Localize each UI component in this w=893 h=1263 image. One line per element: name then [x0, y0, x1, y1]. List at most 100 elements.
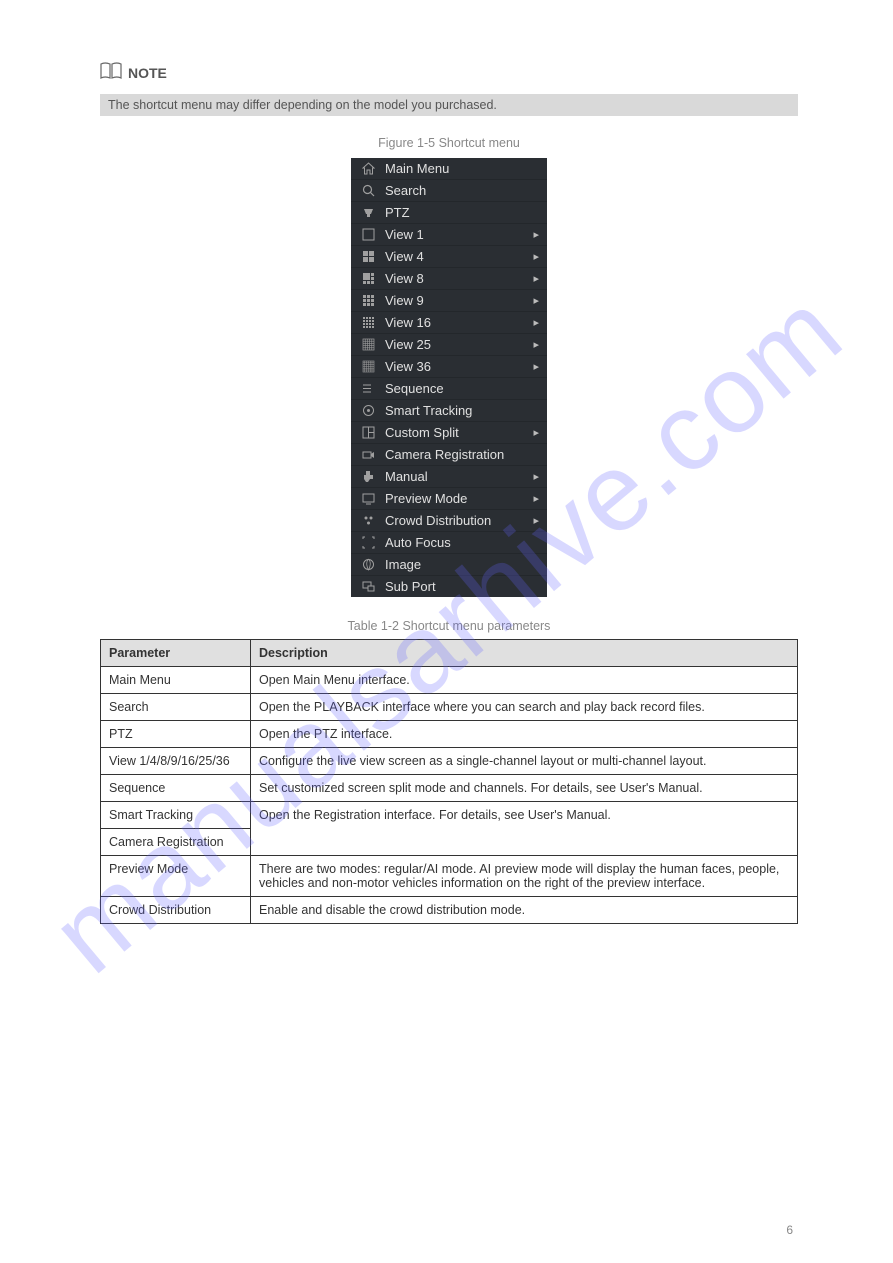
cell-desc: There are two modes: regular/AI mode. AI…	[251, 856, 798, 897]
camera-reg-icon	[361, 448, 375, 462]
menu-item-view9[interactable]: View 9 ▸	[351, 290, 547, 312]
image-icon	[361, 558, 375, 572]
table-row: Smart TrackingOpen the Registration inte…	[101, 802, 798, 829]
menu-item-manual[interactable]: Manual ▸	[351, 466, 547, 488]
table-row: SearchOpen the PLAYBACK interface where …	[101, 694, 798, 721]
menu-label: View 9	[385, 293, 523, 308]
menu-label: View 16	[385, 315, 523, 330]
menu-label: View 36	[385, 359, 523, 374]
menu-label: Smart Tracking	[385, 403, 539, 418]
menu-label: Preview Mode	[385, 491, 523, 506]
cell-param: Preview Mode	[101, 856, 251, 897]
menu-item-ptz[interactable]: PTZ	[351, 202, 547, 224]
cell-desc: Open the PLAYBACK interface where you ca…	[251, 694, 798, 721]
cell-param: Search	[101, 694, 251, 721]
chevron-right-icon: ▸	[533, 316, 539, 329]
view16-icon	[361, 316, 375, 330]
params-table: Parameter Description Main MenuOpen Main…	[100, 639, 798, 924]
menu-item-search[interactable]: Search	[351, 180, 547, 202]
menu-wrap: Main Menu Search PTZ View 1 ▸ View 4 ▸ V…	[100, 158, 798, 597]
menu-label: PTZ	[385, 205, 539, 220]
menu-label: Main Menu	[385, 161, 539, 176]
book-icon	[100, 60, 122, 86]
menu-item-preview-mode[interactable]: Preview Mode ▸	[351, 488, 547, 510]
auto-focus-icon	[361, 536, 375, 550]
menu-item-view25[interactable]: View 25 ▸	[351, 334, 547, 356]
page-number: 6	[786, 1223, 793, 1237]
menu-label: View 8	[385, 271, 523, 286]
menu-item-custom-split[interactable]: Custom Split ▸	[351, 422, 547, 444]
table-row: PTZOpen the PTZ interface.	[101, 721, 798, 748]
cell-param: Camera Registration	[101, 829, 251, 856]
chevron-right-icon: ▸	[533, 272, 539, 285]
search-icon	[361, 184, 375, 198]
cell-param: Smart Tracking	[101, 802, 251, 829]
cell-param: Main Menu	[101, 667, 251, 694]
chevron-right-icon: ▸	[533, 228, 539, 241]
table-row: Crowd DistributionEnable and disable the…	[101, 897, 798, 924]
view1-icon	[361, 228, 375, 242]
table-row: Main MenuOpen Main Menu interface.	[101, 667, 798, 694]
menu-label: Image	[385, 557, 539, 572]
ptz-icon	[361, 206, 375, 220]
menu-item-view36[interactable]: View 36 ▸	[351, 356, 547, 378]
menu-item-sequence[interactable]: Sequence	[351, 378, 547, 400]
menu-item-crowd-distribution[interactable]: Crowd Distribution ▸	[351, 510, 547, 532]
menu-label: Sequence	[385, 381, 539, 396]
th-description: Description	[251, 640, 798, 667]
menu-item-smart-tracking[interactable]: Smart Tracking	[351, 400, 547, 422]
menu-item-auto-focus[interactable]: Auto Focus	[351, 532, 547, 554]
cell-desc: Open the PTZ interface.	[251, 721, 798, 748]
manual-icon	[361, 470, 375, 484]
menu-label: Auto Focus	[385, 535, 539, 550]
shortcut-menu: Main Menu Search PTZ View 1 ▸ View 4 ▸ V…	[351, 158, 547, 597]
sequence-icon	[361, 382, 375, 396]
cell-param: Sequence	[101, 775, 251, 802]
cell-desc: Open the Registration interface. For det…	[251, 802, 798, 856]
menu-item-view16[interactable]: View 16 ▸	[351, 312, 547, 334]
view25-icon	[361, 338, 375, 352]
view9-icon	[361, 294, 375, 308]
subport-icon	[361, 580, 375, 594]
menu-item-image[interactable]: Image	[351, 554, 547, 576]
cell-desc: Enable and disable the crowd distributio…	[251, 897, 798, 924]
menu-item-camera-registration[interactable]: Camera Registration	[351, 444, 547, 466]
view4-icon	[361, 250, 375, 264]
th-parameter: Parameter	[101, 640, 251, 667]
cell-desc: Configure the live view screen as a sing…	[251, 748, 798, 775]
chevron-right-icon: ▸	[533, 514, 539, 527]
home-icon	[361, 162, 375, 176]
menu-label: Camera Registration	[385, 447, 539, 462]
preview-mode-icon	[361, 492, 375, 506]
menu-item-sub-port[interactable]: Sub Port	[351, 576, 547, 597]
menu-item-view1[interactable]: View 1 ▸	[351, 224, 547, 246]
cell-desc: Open Main Menu interface.	[251, 667, 798, 694]
menu-item-view8[interactable]: View 8 ▸	[351, 268, 547, 290]
smart-tracking-icon	[361, 404, 375, 418]
chevron-right-icon: ▸	[533, 294, 539, 307]
custom-split-icon	[361, 426, 375, 440]
figure-label: Figure 1-5 Shortcut menu	[100, 136, 798, 150]
chevron-right-icon: ▸	[533, 250, 539, 263]
menu-item-main-menu[interactable]: Main Menu	[351, 158, 547, 180]
menu-label: Search	[385, 183, 539, 198]
view36-icon	[361, 360, 375, 374]
cell-param: View 1/4/8/9/16/25/36	[101, 748, 251, 775]
chevron-right-icon: ▸	[533, 470, 539, 483]
chevron-right-icon: ▸	[533, 338, 539, 351]
table-row: View 1/4/8/9/16/25/36Configure the live …	[101, 748, 798, 775]
menu-item-view4[interactable]: View 4 ▸	[351, 246, 547, 268]
cell-desc: Set customized screen split mode and cha…	[251, 775, 798, 802]
chevron-right-icon: ▸	[533, 492, 539, 505]
menu-label: View 25	[385, 337, 523, 352]
menu-label: View 4	[385, 249, 523, 264]
crowd-dist-icon	[361, 514, 375, 528]
table-label: Table 1-2 Shortcut menu parameters	[100, 619, 798, 633]
menu-label: Manual	[385, 469, 523, 484]
note-row: NOTE	[100, 60, 798, 86]
cell-param: PTZ	[101, 721, 251, 748]
note-label: NOTE	[128, 65, 167, 81]
table-row: Preview ModeThere are two modes: regular…	[101, 856, 798, 897]
view8-icon	[361, 272, 375, 286]
menu-label: Crowd Distribution	[385, 513, 523, 528]
